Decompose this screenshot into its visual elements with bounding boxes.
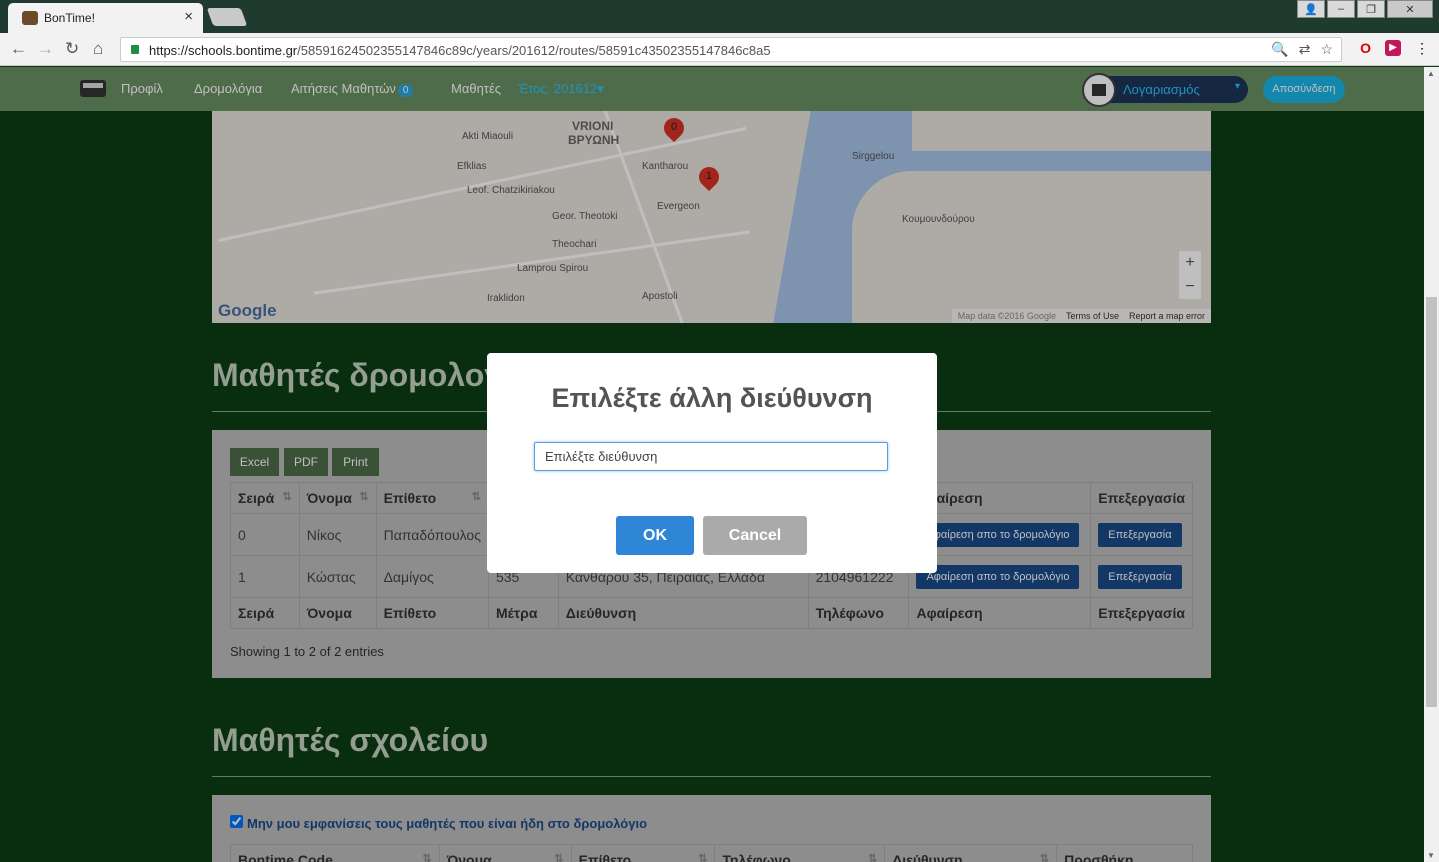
browser-tab[interactable]: BonTime! × bbox=[8, 3, 203, 33]
ok-button[interactable]: OK bbox=[616, 516, 694, 555]
opera-extension-icon[interactable]: O bbox=[1360, 40, 1371, 57]
back-icon[interactable]: ← bbox=[10, 39, 27, 59]
translate-icon[interactable]: ⇄ bbox=[1299, 41, 1311, 58]
reload-icon[interactable]: ↻ bbox=[65, 39, 79, 59]
page-scrollbar[interactable]: ▲ ▼ bbox=[1424, 67, 1439, 862]
url-input[interactable]: https://schools.bontime.gr/5859162450235… bbox=[120, 37, 1342, 62]
bookmark-star-icon[interactable]: ☆ bbox=[1320, 41, 1333, 58]
scroll-up-icon[interactable]: ▲ bbox=[1427, 69, 1435, 78]
forward-icon[interactable]: → bbox=[37, 39, 54, 59]
browser-tabbar: BonTime! × 👤 – ❐ ✕ bbox=[0, 0, 1439, 33]
minimize-button[interactable]: – bbox=[1327, 0, 1355, 18]
scroll-down-icon[interactable]: ▼ bbox=[1427, 851, 1435, 860]
address-bar: ← → ↻ ⌂ https://schools.bontime.gr/58591… bbox=[0, 33, 1439, 66]
modal-title: Επιλέξτε άλλη διεύθυνση bbox=[551, 383, 873, 413]
scroll-thumb[interactable] bbox=[1426, 297, 1437, 707]
choose-address-modal: Επιλέξτε άλλη διεύθυνση OK Cancel bbox=[487, 353, 937, 573]
close-tab-icon[interactable]: × bbox=[184, 8, 193, 25]
url-text: https://schools.bontime.gr/5859162450235… bbox=[149, 43, 771, 58]
zoom-icon[interactable]: 🔍 bbox=[1271, 41, 1288, 58]
browser-menu-icon[interactable]: ⋮ bbox=[1415, 40, 1429, 57]
maximize-button[interactable]: ❐ bbox=[1357, 0, 1385, 18]
tab-title: BonTime! bbox=[44, 11, 95, 25]
address-input[interactable] bbox=[534, 442, 888, 471]
favicon-icon bbox=[22, 11, 38, 25]
lock-icon bbox=[131, 45, 139, 54]
home-icon[interactable]: ⌂ bbox=[93, 39, 103, 59]
new-tab-button[interactable] bbox=[206, 8, 248, 26]
extension-icon[interactable]: ▶ bbox=[1385, 40, 1401, 56]
cancel-button[interactable]: Cancel bbox=[703, 516, 807, 555]
window-controls: 👤 – ❐ ✕ bbox=[1297, 0, 1433, 18]
close-window-button[interactable]: ✕ bbox=[1387, 0, 1433, 18]
user-icon[interactable]: 👤 bbox=[1297, 0, 1325, 18]
